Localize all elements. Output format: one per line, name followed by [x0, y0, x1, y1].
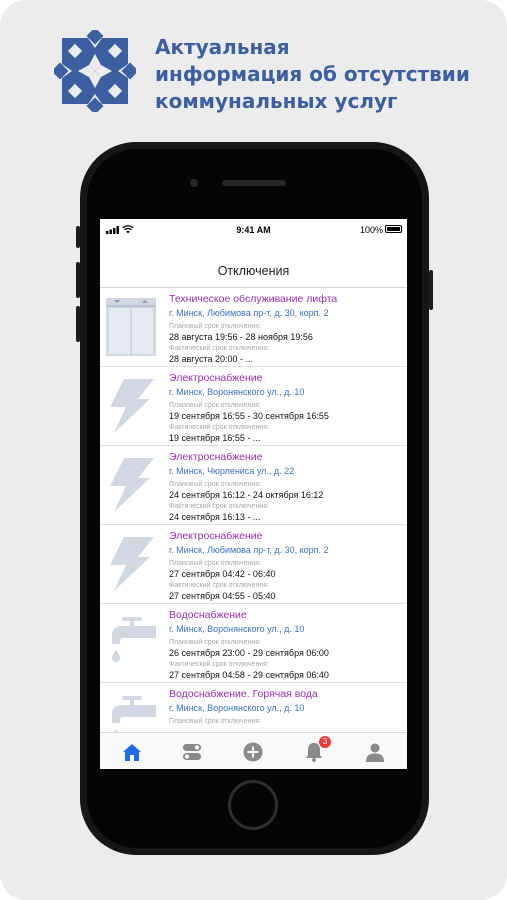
tab-notifications[interactable]: 3	[303, 736, 331, 763]
outage-thumb	[106, 693, 156, 732]
planned-label: Плановый срок отключения:	[169, 402, 261, 409]
app-screen: 9:41 AM 100% Отключения Техническое обсл…	[100, 219, 407, 769]
outage-title: Электроснабжение	[169, 372, 263, 384]
planned-period: 27 сентября 04:42 - 06:40	[169, 569, 276, 579]
outage-title: Электроснабжение	[169, 451, 263, 463]
elevator-icon	[106, 298, 156, 356]
outage-thumb	[106, 614, 156, 672]
home-button[interactable]	[228, 780, 278, 830]
actual-label: Фактический срок отключения:	[169, 345, 269, 352]
actual-label: Фактический срок отключения:	[169, 424, 269, 431]
battery-icon	[385, 225, 402, 233]
outage-list-item[interactable]: Водоснабжение г. Минск, Воронянского ул.,…	[100, 604, 407, 683]
outage-list-item[interactable]: Техническое обслуживание лифта г. Минск, …	[100, 288, 407, 367]
outage-address: г. Минск, Воронянского ул., д. 10	[169, 387, 305, 397]
actual-period: 28 августа 20:00 - ...	[169, 354, 254, 364]
actual-label: Фактический срок отключения:	[169, 661, 269, 668]
home-icon	[123, 744, 141, 761]
outage-title: Водоснабжение	[169, 609, 247, 621]
page-title: Отключения	[217, 264, 290, 278]
planned-period: 28 августа 19:56 - 28 ноября 19:56	[169, 332, 313, 342]
outage-title: Техническое обслуживание лифта	[169, 293, 338, 305]
outage-list-item[interactable]: Электроснабжение г. Минск, Чюрлениса ул.,…	[100, 446, 407, 525]
promo-card: Актуальная информация об отсутствии комм…	[0, 0, 507, 900]
outage-thumb	[106, 298, 156, 356]
water-tap-icon	[112, 696, 156, 732]
planned-period: 19 сентября 16:55 - 30 сентября 16:55	[169, 411, 329, 421]
planned-label: Плановый срок отключения:	[169, 560, 261, 567]
tab-add[interactable]	[242, 741, 264, 763]
headline-line-2: информация об отсутствии	[155, 62, 470, 86]
toggles-icon	[183, 744, 201, 760]
outage-list-item[interactable]: Водоснабжение. Горячая вода г. Минск, Вор…	[100, 683, 407, 732]
tab-home[interactable]	[121, 741, 143, 763]
outage-address: г. Минск, Любимова пр-т, д. 30, корп. 2	[169, 308, 329, 318]
headline-line-1: Актуальная	[155, 35, 290, 59]
planned-period: 24 сентября 16:12 - 24 октября 16:12	[169, 490, 324, 500]
outage-title: Электроснабжение	[169, 530, 263, 542]
planned-label: Плановый срок отключения:	[169, 481, 261, 488]
outage-thumb	[106, 377, 156, 435]
actual-period: 24 сентября 16:13 - ...	[169, 512, 261, 522]
outage-list[interactable]: Техническое обслуживание лифта г. Минск, …	[100, 288, 407, 732]
tab-profile[interactable]	[364, 741, 386, 763]
actual-label: Фактический срок отключения:	[169, 582, 269, 589]
plus-circle-icon	[243, 742, 263, 762]
lightning-icon	[110, 379, 154, 433]
headline-line-3: коммунальных услуг	[155, 89, 398, 113]
actual-label: Фактический срок отключения:	[169, 503, 269, 510]
outage-thumb	[106, 535, 156, 593]
notification-badge: 3	[319, 736, 331, 748]
battery-percent: 100%	[359, 225, 383, 235]
lightning-icon	[110, 458, 154, 512]
front-camera	[190, 179, 198, 187]
tab-services[interactable]	[181, 741, 203, 763]
outage-address: г. Минск, Любимова пр-т, д. 30, корп. 2	[169, 545, 329, 555]
outage-thumb	[106, 456, 156, 514]
planned-label: Плановый срок отключения:	[169, 718, 261, 725]
outage-list-item[interactable]: Электроснабжение г. Минск, Любимова пр-т,…	[100, 525, 407, 604]
outage-address: г. Минск, Воронянского ул., д. 10	[169, 624, 305, 634]
water-tap-icon	[112, 617, 156, 662]
snowflake-logo-icon	[54, 30, 136, 112]
actual-period: 27 сентября 04:58 - 29 сентября 06:40	[169, 670, 329, 680]
planned-label: Плановый срок отключения:	[169, 639, 261, 646]
actual-period: 27 сентября 04:55 - 05:40	[169, 591, 276, 601]
lightning-icon	[110, 537, 154, 591]
promo-headline: Актуальная информация об отсутствии комм…	[155, 34, 495, 115]
earpiece-speaker	[222, 180, 286, 186]
outage-list-item[interactable]: Электроснабжение г. Минск, Воронянского у…	[100, 367, 407, 446]
phone-power-button	[429, 270, 433, 310]
actual-period: 19 сентября 16:55 - ...	[169, 433, 261, 443]
outage-address: г. Минск, Чюрлениса ул., д. 22	[169, 466, 295, 476]
outage-address: г. Минск, Воронянского ул., д. 10	[169, 703, 305, 713]
planned-period: 26 сентября 23:00 - 29 сентября 06:00	[169, 648, 329, 658]
outage-title: Водоснабжение. Горячая вода	[169, 688, 318, 700]
planned-label: Плановый срок отключения:	[169, 323, 261, 330]
tab-bar: 3	[100, 732, 407, 769]
status-bar: 9:41 AM 100%	[100, 219, 407, 241]
person-icon	[366, 743, 384, 762]
